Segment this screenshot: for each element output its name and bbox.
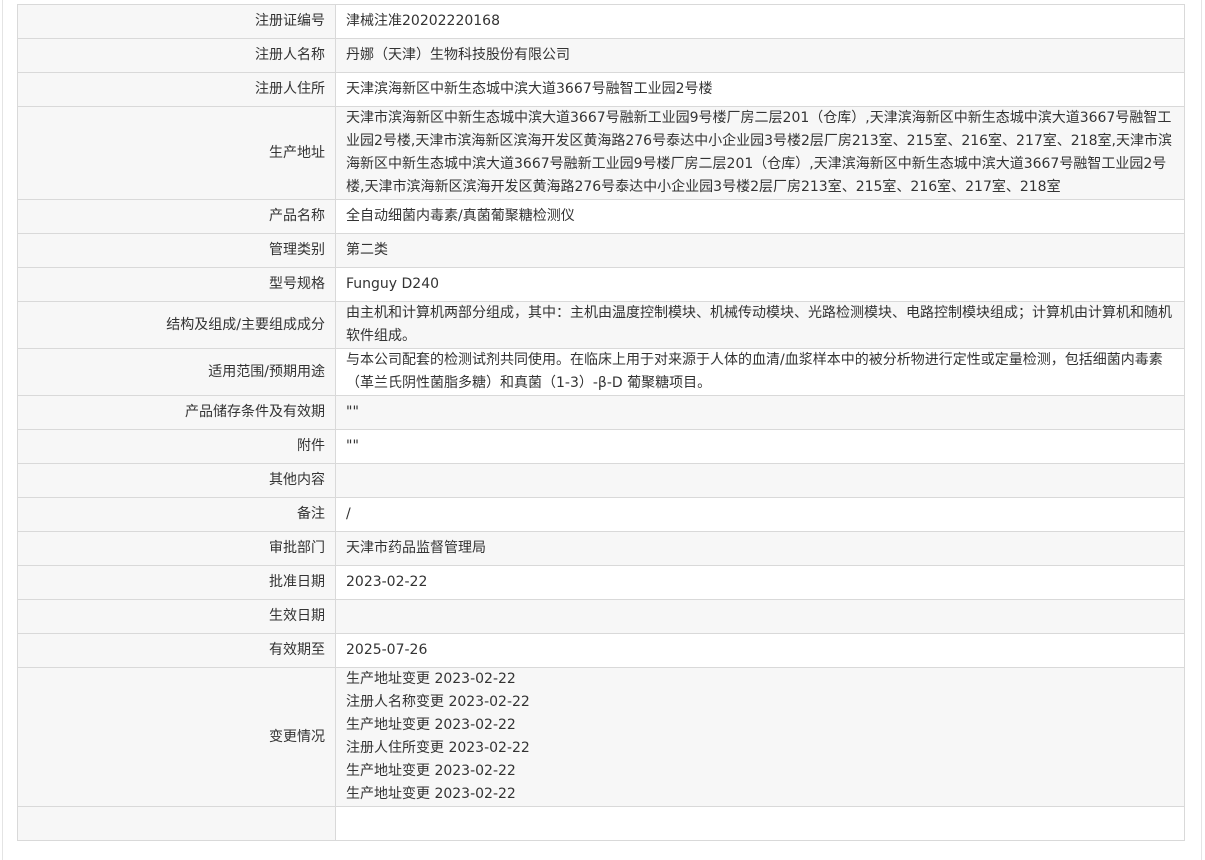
- label-production-address: 生产地址: [17, 106, 336, 200]
- registration-detail-table: 注册证编号 津械注准20202220168 注册人名称 丹娜（天津）生物科技股份…: [17, 4, 1185, 841]
- value-management-category: 第二类: [335, 233, 1185, 268]
- row-valid-until: 有效期至 2025-07-26: [17, 633, 1185, 668]
- value-attachments: "": [335, 429, 1185, 464]
- value-approval-department: 天津市药品监督管理局: [335, 531, 1185, 566]
- label-effective-date: 生效日期: [17, 599, 336, 634]
- row-intended-use: 适用范围/预期用途 与本公司配套的检测试剂共同使用。在临床上用于对来源于人体的血…: [17, 348, 1185, 396]
- value-truncated: [335, 806, 1185, 841]
- row-production-address: 生产地址 天津市滨海新区中新生态城中滨大道3667号融新工业园9号楼厂房二层20…: [17, 106, 1185, 200]
- value-production-address: 天津市滨海新区中新生态城中滨大道3667号融新工业园9号楼厂房二层201（仓库）…: [335, 106, 1185, 200]
- label-management-category: 管理类别: [17, 233, 336, 268]
- label-storage-conditions: 产品储存条件及有效期: [17, 395, 336, 430]
- change-item: 生产地址变更 2023-02-22: [346, 671, 516, 687]
- value-model-spec: Funguy D240: [335, 267, 1185, 302]
- change-item: 生产地址变更 2023-02-22: [346, 717, 516, 733]
- row-registration-number: 注册证编号 津械注准20202220168: [17, 4, 1185, 39]
- value-valid-until: 2025-07-26: [335, 633, 1185, 668]
- row-management-category: 管理类别 第二类: [17, 233, 1185, 268]
- label-registrant-name: 注册人名称: [17, 38, 336, 73]
- label-structure-composition: 结构及组成/主要组成成分: [17, 301, 336, 349]
- value-other-content: [335, 463, 1185, 498]
- row-change-history: 变更情况 生产地址变更 2023-02-22 注册人名称变更 2023-02-2…: [17, 667, 1185, 807]
- label-truncated: [17, 806, 336, 841]
- label-change-history: 变更情况: [17, 667, 336, 807]
- label-remarks: 备注: [17, 497, 336, 532]
- label-attachments: 附件: [17, 429, 336, 464]
- label-valid-until: 有效期至: [17, 633, 336, 668]
- row-structure-composition: 结构及组成/主要组成成分 由主机和计算机两部分组成，其中：主机由温度控制模块、机…: [17, 301, 1185, 349]
- label-registration-number: 注册证编号: [17, 4, 336, 39]
- row-approval-department: 审批部门 天津市药品监督管理局: [17, 531, 1185, 566]
- change-item: 生产地址变更 2023-02-22: [346, 763, 516, 779]
- label-product-name: 产品名称: [17, 199, 336, 234]
- row-remarks: 备注 /: [17, 497, 1185, 532]
- label-approval-department: 审批部门: [17, 531, 336, 566]
- row-registrant-name: 注册人名称 丹娜（天津）生物科技股份有限公司: [17, 38, 1185, 73]
- label-approval-date: 批准日期: [17, 565, 336, 600]
- value-product-name: 全自动细菌内毒素/真菌葡聚糖检测仪: [335, 199, 1185, 234]
- label-model-spec: 型号规格: [17, 267, 336, 302]
- change-item: 注册人名称变更 2023-02-22: [346, 694, 530, 710]
- value-effective-date: [335, 599, 1185, 634]
- row-storage-conditions: 产品储存条件及有效期 "": [17, 395, 1185, 430]
- change-item: 注册人住所变更 2023-02-22: [346, 740, 530, 756]
- value-approval-date: 2023-02-22: [335, 565, 1185, 600]
- label-registrant-address: 注册人住所: [17, 72, 336, 107]
- label-other-content: 其他内容: [17, 463, 336, 498]
- value-registrant-name: 丹娜（天津）生物科技股份有限公司: [335, 38, 1185, 73]
- row-attachments: 附件 "": [17, 429, 1185, 464]
- value-structure-composition: 由主机和计算机两部分组成，其中：主机由温度控制模块、机械传动模块、光路检测模块、…: [335, 301, 1185, 349]
- value-intended-use: 与本公司配套的检测试剂共同使用。在临床上用于对来源于人体的血清/血浆样本中的被分…: [335, 348, 1185, 396]
- row-registrant-address: 注册人住所 天津滨海新区中新生态城中滨大道3667号融智工业园2号楼: [17, 72, 1185, 107]
- value-remarks: /: [335, 497, 1185, 532]
- label-intended-use: 适用范围/预期用途: [17, 348, 336, 396]
- row-model-spec: 型号规格 Funguy D240: [17, 267, 1185, 302]
- value-change-history: 生产地址变更 2023-02-22 注册人名称变更 2023-02-22 生产地…: [335, 667, 1185, 807]
- change-item: 生产地址变更 2023-02-22: [346, 786, 516, 802]
- row-other-content: 其他内容: [17, 463, 1185, 498]
- row-product-name: 产品名称 全自动细菌内毒素/真菌葡聚糖检测仪: [17, 199, 1185, 234]
- row-approval-date: 批准日期 2023-02-22: [17, 565, 1185, 600]
- row-truncated: [17, 806, 1185, 841]
- value-storage-conditions: "": [335, 395, 1185, 430]
- row-effective-date: 生效日期: [17, 599, 1185, 634]
- value-registration-number: 津械注准20202220168: [335, 4, 1185, 39]
- value-registrant-address: 天津滨海新区中新生态城中滨大道3667号融智工业园2号楼: [335, 72, 1185, 107]
